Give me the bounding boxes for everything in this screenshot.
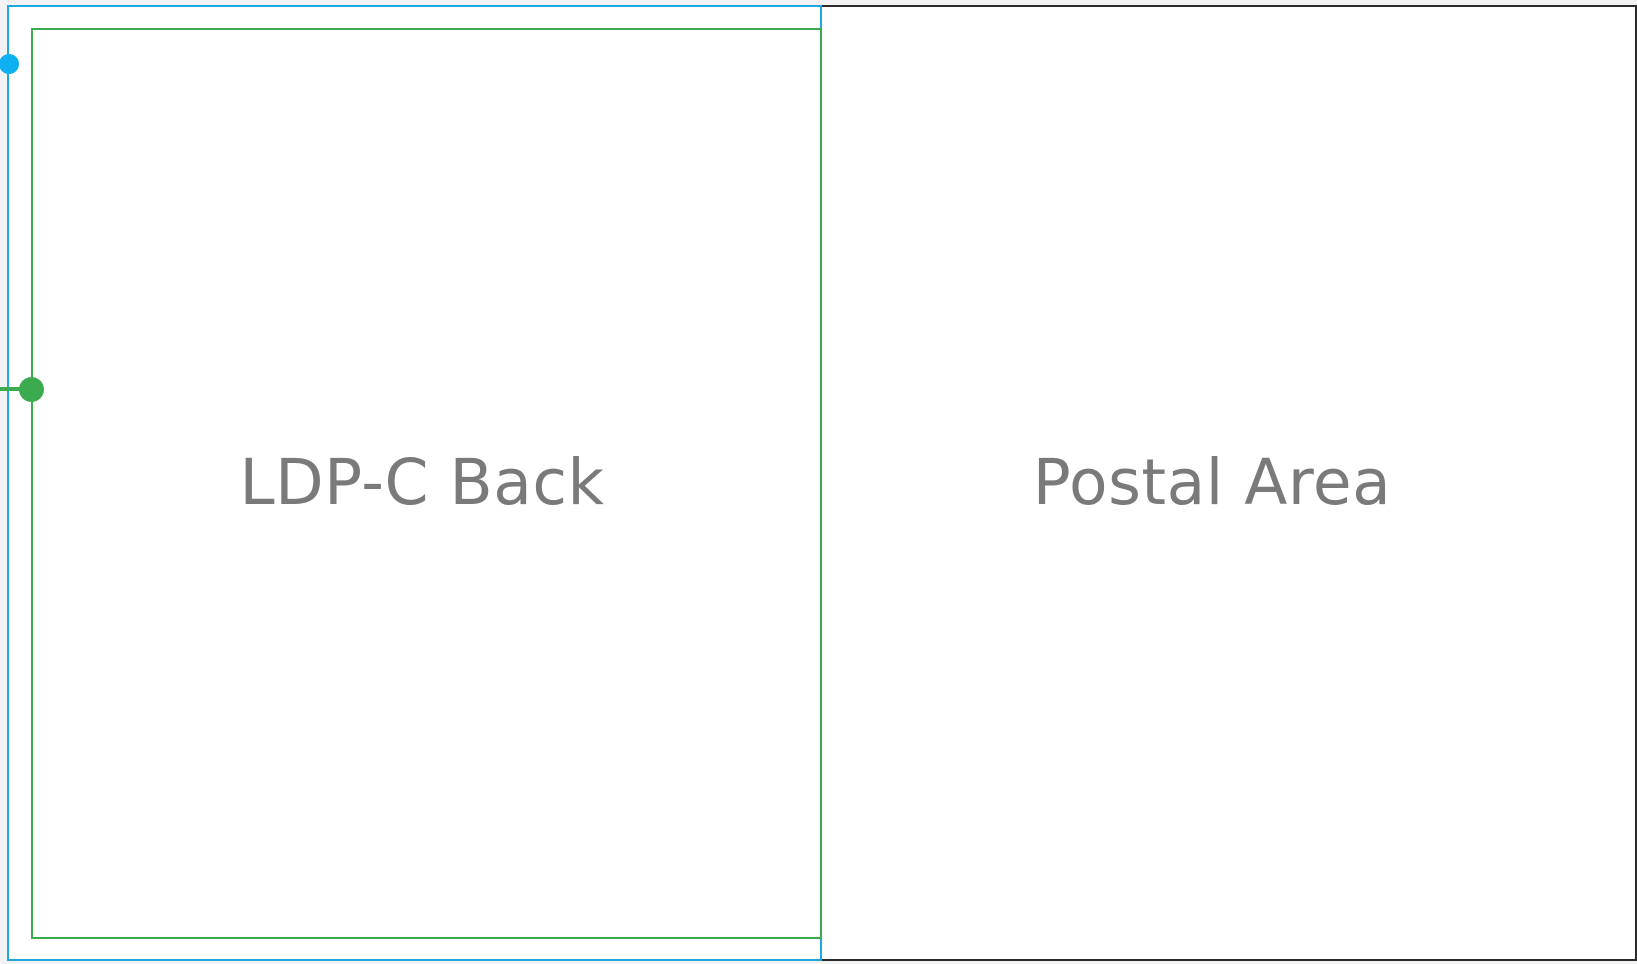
blue-resize-handle[interactable]	[0, 54, 19, 74]
green-guide-line	[0, 387, 21, 391]
design-canvas: LDP-C Back Postal Area	[0, 0, 1637, 964]
postal-area-label: Postal Area	[1032, 446, 1392, 519]
back-panel-label: LDP-C Back	[239, 446, 605, 519]
green-resize-handle[interactable]	[19, 377, 44, 402]
